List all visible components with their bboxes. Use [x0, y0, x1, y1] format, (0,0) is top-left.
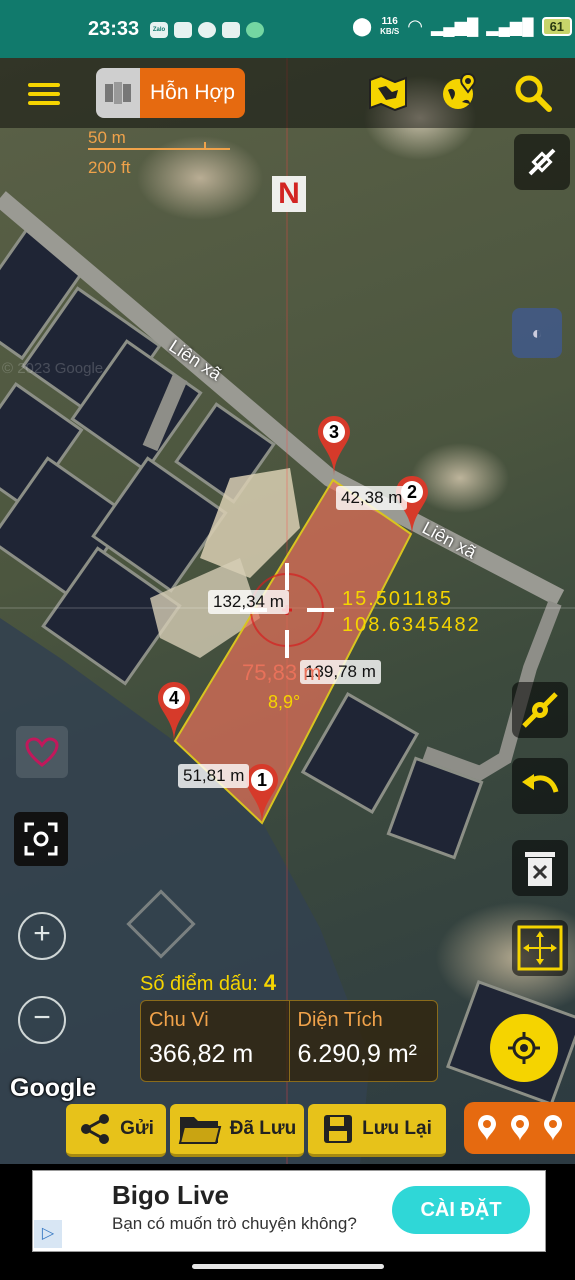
map-mode-label: Hỗn Hợp: [140, 68, 245, 118]
crosshair-distance: 75,83 m: [242, 660, 322, 685]
ad-title: Bigo Live: [112, 1180, 230, 1210]
pin-icon: [511, 1115, 529, 1141]
crosshair-bearing: 8,9°: [268, 692, 301, 712]
delete-button[interactable]: [512, 840, 568, 896]
map-mode-toggle[interactable]: Hỗn Hợp: [96, 68, 245, 118]
save-label: Lưu Lại: [362, 1118, 432, 1139]
saved-label: Đã Lưu: [229, 1118, 297, 1139]
ad-play-icon: ▷: [34, 1220, 62, 1248]
send-label: Gửi: [120, 1118, 154, 1139]
zalo-icon: Zalo: [150, 22, 168, 38]
map-watermark: © 2023 Google: [2, 360, 104, 377]
compass-label: N: [278, 177, 300, 210]
pin-icon: [478, 1115, 496, 1141]
capture-frame-icon[interactable]: [14, 812, 68, 866]
point-count: Số điểm dấu: 4: [140, 970, 276, 996]
perimeter-cell: Chu Vi 366,82 m: [141, 1001, 289, 1081]
area-value: 6.290,9 m²: [297, 1040, 418, 1068]
save-button[interactable]: Lưu Lại: [308, 1104, 446, 1157]
signal-icon: ▂▄▆█: [431, 18, 479, 36]
zoom-out-button[interactable]: −: [18, 996, 66, 1044]
crosshair-longitude: 108.6345482: [342, 614, 481, 636]
pin-icon: [544, 1115, 562, 1141]
marker-number: 1: [256, 770, 267, 790]
saved-button[interactable]: Đã Lưu: [170, 1104, 304, 1157]
street-view-icon[interactable]: ◐: [512, 308, 562, 358]
floppy-icon: [324, 1115, 353, 1143]
status-right: ⬤ 116 KB/S ◠ ▂▄▆█ ▂▄▆█ 61: [352, 15, 573, 37]
segment-length-label: 42,38 m: [336, 486, 408, 510]
status-bar: 23:33 Zalo ⬤ 116 KB/S ◠ ▂▄▆█ ▂▄▆█ 61: [0, 0, 575, 58]
share-icon: [81, 1114, 110, 1144]
scale-metric: 50 m: [88, 128, 126, 147]
segment-length-label: 51,81 m: [178, 764, 250, 788]
perimeter-label: Chu Vi: [149, 1009, 209, 1031]
globe-pin-icon[interactable]: [440, 72, 480, 117]
ad-install-button[interactable]: CÀI ĐẶT: [392, 1186, 530, 1234]
point-count-value: 4: [263, 970, 277, 995]
measurement-panel: Chu Vi 366,82 m Diện Tích 6.290,9 m²: [140, 1000, 438, 1082]
area-cell: Diện Tích 6.290,9 m²: [288, 1001, 438, 1081]
map-type-icon: [96, 68, 140, 118]
location-icon: ⬤: [352, 16, 373, 36]
scale-bar: [88, 148, 230, 150]
folder-icon: [178, 1117, 221, 1144]
map-folded-icon[interactable]: [368, 74, 408, 117]
notification-icons: Zalo: [150, 22, 264, 38]
chat-icon: [246, 22, 264, 38]
send-button[interactable]: Gửi: [66, 1104, 166, 1157]
area-label: Diện Tích: [297, 1009, 383, 1031]
marker-1[interactable]: 1: [244, 762, 280, 831]
crosshair-latitude: 15.501185: [342, 588, 454, 610]
google-attribution: Google: [10, 1074, 97, 1102]
photos-icon: [174, 22, 192, 38]
status-time: 23:33: [88, 18, 140, 40]
home-gesture-bar[interactable]: [192, 1264, 384, 1269]
draw-line-button[interactable]: [512, 682, 568, 738]
menu-icon[interactable]: [28, 78, 60, 110]
marker-number: 3: [328, 422, 339, 442]
marker-4[interactable]: 4: [156, 680, 192, 749]
compass-north[interactable]: N: [272, 176, 306, 212]
marker-3[interactable]: 3: [316, 414, 352, 483]
youtube-icon: [222, 22, 240, 38]
battery-indicator: 61: [541, 17, 573, 36]
undo-button[interactable]: [512, 758, 568, 814]
zoom-in-button[interactable]: +: [18, 912, 66, 960]
scale-tick: [204, 142, 206, 150]
fit-bounds-button[interactable]: [512, 920, 568, 976]
top-toolbar: [0, 58, 575, 128]
point-count-label: Số điểm dấu:: [140, 973, 258, 995]
ad-subtitle: Bạn có muốn trò chuyện không?: [112, 1214, 357, 1233]
markers-list-button[interactable]: [464, 1102, 575, 1154]
network-speed: 116 KB/S: [380, 15, 400, 36]
gps-toggle-button[interactable]: [514, 134, 570, 190]
favorite-heart-icon[interactable]: [16, 726, 68, 778]
viber-icon: [198, 22, 216, 38]
perimeter-value: 366,82 m: [149, 1040, 254, 1068]
marker-number: 4: [168, 688, 179, 708]
wifi-icon: ◠: [407, 16, 423, 36]
segment-length-label: 132,34 m: [208, 590, 289, 614]
signal-icon-2: ▂▄▆█: [486, 18, 534, 36]
search-icon[interactable]: [514, 74, 552, 117]
scale-imperial: 200 ft: [88, 158, 131, 177]
my-location-button[interactable]: [490, 1014, 558, 1082]
